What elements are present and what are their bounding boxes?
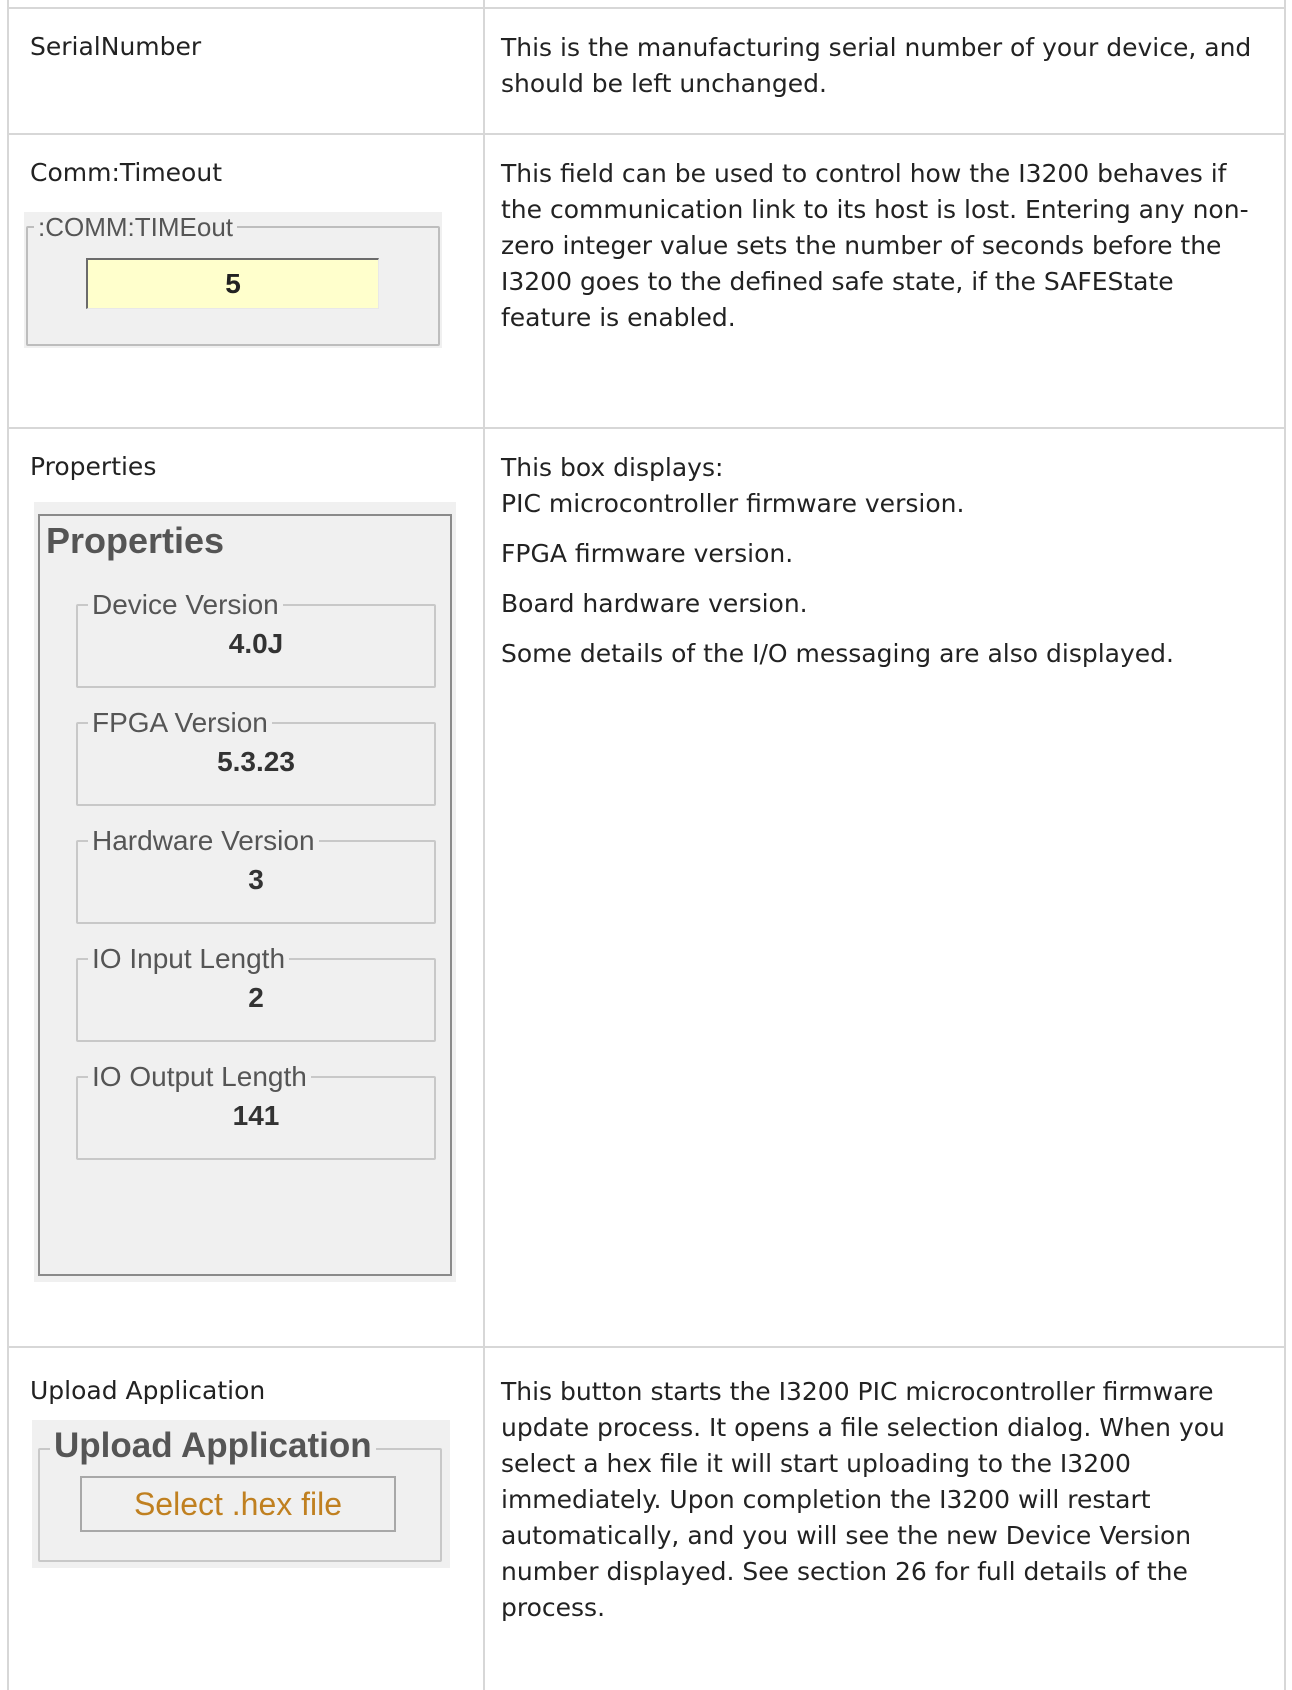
description-paragraph: This button starts the I3200 PIC microco… xyxy=(501,1377,1225,1622)
row-label-serialnumber: SerialNumber xyxy=(30,32,202,61)
description-paragraph: PIC microcontroller firmware version. xyxy=(501,489,965,518)
device-version-legend: Device Version xyxy=(88,589,283,621)
comm-timeout-legend: :COMM:TIMEout xyxy=(34,212,238,243)
io-input-length-legend: IO Input Length xyxy=(88,943,290,975)
comm-timeout-groupbox: :COMM:TIMEout 5 xyxy=(26,212,440,346)
device-version-groupbox: Device Version 4.0J xyxy=(76,589,436,688)
device-version-value: 4.0J xyxy=(228,628,284,659)
hardware-version-groupbox: Hardware Version 3 xyxy=(76,825,436,924)
fpga-version-groupbox: FPGA Version 5.3.23 xyxy=(76,707,436,806)
io-input-length-value: 2 xyxy=(248,982,264,1013)
upload-application-panel: Upload Application Select .hex file xyxy=(32,1420,450,1568)
settings-table: SerialNumber This is the manufacturing s… xyxy=(0,0,1292,1690)
row-label-upload-application: Upload Application xyxy=(30,1376,266,1405)
description-paragraph: This is the manufacturing serial number … xyxy=(501,33,1252,98)
comm-timeout-value: 5 xyxy=(225,268,241,299)
hardware-version-value: 3 xyxy=(248,864,264,895)
comm-timeout-input[interactable]: 5 xyxy=(86,258,379,309)
properties-panel: Properties Device Version 4.0J FPGA Vers… xyxy=(34,502,456,1282)
row-description-serialnumber: This is the manufacturing serial number … xyxy=(501,30,1271,116)
io-output-length-value: 141 xyxy=(232,1100,280,1131)
row-description-properties: This box displays: PIC microcontroller f… xyxy=(501,450,1271,686)
description-paragraph: Some details of the I/O messaging are al… xyxy=(501,639,1174,668)
upload-application-legend: Upload Application xyxy=(50,1426,376,1466)
row-description-comm-timeout: This field can be used to control how th… xyxy=(501,156,1271,350)
comm-timeout-panel: :COMM:TIMEout 5 xyxy=(24,212,442,348)
io-output-length-legend: IO Output Length xyxy=(88,1061,311,1093)
description-paragraph: FPGA firmware version. xyxy=(501,539,794,568)
description-paragraph: This field can be used to control how th… xyxy=(501,159,1249,332)
hardware-version-legend: Hardware Version xyxy=(88,825,319,857)
fpga-version-value: 5.3.23 xyxy=(217,746,295,777)
row-description-upload-application: This button starts the I3200 PIC microco… xyxy=(501,1374,1271,1640)
io-input-length-groupbox: IO Input Length 2 xyxy=(76,943,436,1042)
row-label-comm-timeout: Comm:Timeout xyxy=(30,158,223,187)
properties-frame: Properties Device Version 4.0J FPGA Vers… xyxy=(38,514,452,1276)
description-paragraph: This box displays: xyxy=(501,453,724,482)
row-label-properties: Properties xyxy=(30,452,157,481)
description-paragraph: Board hardware version. xyxy=(501,589,808,618)
fpga-version-legend: FPGA Version xyxy=(88,707,272,739)
select-hex-file-button[interactable]: Select .hex file xyxy=(80,1476,396,1532)
upload-application-groupbox: Upload Application Select .hex file xyxy=(38,1426,442,1562)
io-output-length-groupbox: IO Output Length 141 xyxy=(76,1061,436,1160)
properties-title: Properties xyxy=(46,520,225,561)
